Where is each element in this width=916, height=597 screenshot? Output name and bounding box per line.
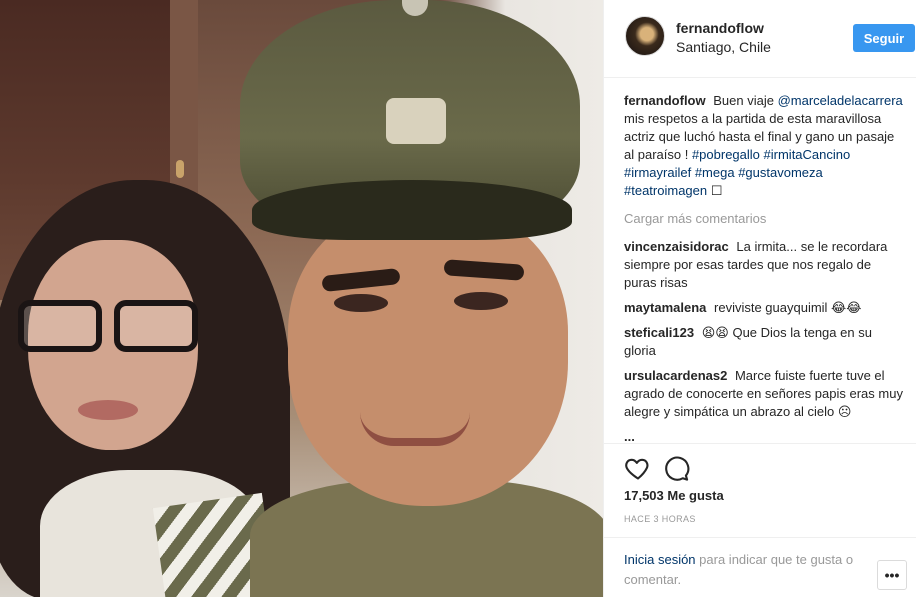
- man-right-eye: [454, 292, 508, 310]
- caption: fernandoflow Buen viaje @marceladelacarr…: [624, 92, 904, 200]
- hashtag[interactable]: #teatroimagen: [624, 183, 707, 198]
- post-photo[interactable]: [0, 0, 603, 597]
- comment: ursulacardenas2 Marce fuiste fuerte tuve…: [624, 367, 904, 421]
- man-face: [288, 206, 568, 506]
- caption-mention[interactable]: @marceladelacarrera: [778, 93, 903, 108]
- likes-count[interactable]: 17,503 Me gusta: [624, 488, 724, 503]
- man-left-eye: [334, 294, 388, 312]
- comments-list[interactable]: fernandoflow Buen viaje @marceladelacarr…: [624, 92, 904, 442]
- caption-emoji: ☐: [710, 183, 723, 198]
- comment-icon[interactable]: [662, 454, 690, 482]
- comment-username[interactable]: maytamalena: [624, 300, 706, 315]
- comment-username[interactable]: steficali123: [624, 325, 694, 340]
- man-mouth: [360, 412, 470, 446]
- hashtag[interactable]: #pobregallo: [692, 147, 760, 162]
- post-actions: 17,503 Me gusta HACE 3 HORAS: [604, 443, 916, 543]
- login-link[interactable]: Inicia sesión: [624, 552, 696, 567]
- more-options-button[interactable]: •••: [877, 560, 907, 590]
- post-header: fernandoflow Santiago, Chile Seguir: [604, 0, 916, 78]
- instagram-post: fernandoflow Santiago, Chile Seguir fern…: [0, 0, 916, 597]
- login-prompt: Inicia sesión para indicar que te gusta …: [604, 537, 916, 597]
- woman-glasses: [18, 300, 198, 360]
- comment: maytamalena reviviste guayquimil 😂😂: [624, 299, 904, 317]
- hashtag[interactable]: #irmayrailef: [624, 165, 691, 180]
- cap-visor: [252, 180, 572, 240]
- comment-text: reviviste guayquimil 😂😂: [714, 300, 862, 315]
- load-more-comments[interactable]: Cargar más comentarios: [624, 210, 904, 228]
- comment: vincenzaisidorac La irmita... se le reco…: [624, 238, 904, 292]
- header-username[interactable]: fernandoflow: [676, 20, 764, 36]
- header-location[interactable]: Santiago, Chile: [676, 39, 771, 55]
- hashtag[interactable]: #irmitaCancino: [764, 147, 851, 162]
- post-timestamp[interactable]: HACE 3 HORAS: [624, 514, 696, 524]
- caption-text-2: mis respetos a la partida de esta maravi…: [624, 111, 895, 162]
- door-knob: [176, 160, 184, 178]
- avatar[interactable]: [625, 16, 665, 56]
- heart-icon[interactable]: [624, 454, 652, 482]
- hashtag[interactable]: #gustavomeza: [738, 165, 823, 180]
- cap-emblem: [386, 98, 446, 144]
- caption-text-1: Buen viaje: [713, 93, 774, 108]
- comment-username[interactable]: ...: [624, 429, 635, 442]
- hashtag[interactable]: #mega: [695, 165, 735, 180]
- comment: steficali123 😫😫 Que Dios la tenga en su …: [624, 324, 904, 360]
- woman-lips: [78, 400, 138, 420]
- caption-username[interactable]: fernandoflow: [624, 93, 706, 108]
- comment-username[interactable]: ursulacardenas2: [624, 368, 727, 383]
- follow-button[interactable]: Seguir: [853, 24, 915, 52]
- comment: ...: [624, 428, 904, 442]
- comment-username[interactable]: vincenzaisidorac: [624, 239, 729, 254]
- post-side-panel: fernandoflow Santiago, Chile Seguir fern…: [603, 0, 916, 597]
